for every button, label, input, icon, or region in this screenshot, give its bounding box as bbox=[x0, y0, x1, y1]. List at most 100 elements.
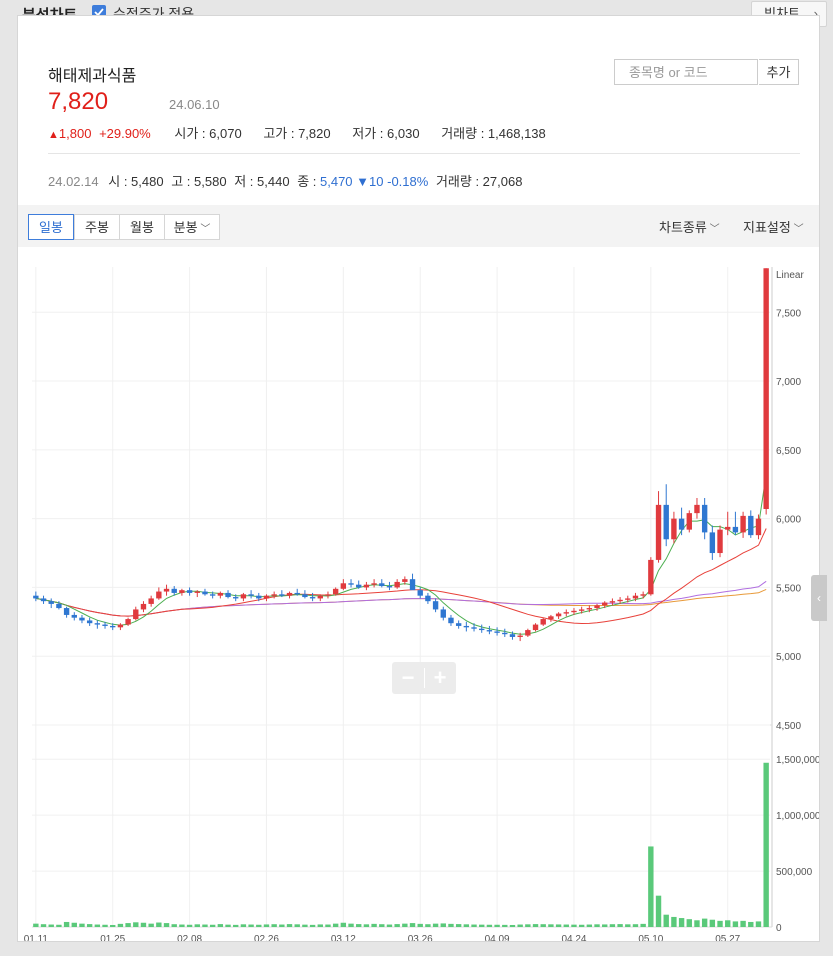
volume-bar bbox=[417, 923, 423, 927]
candle-body bbox=[156, 591, 162, 599]
candle-body bbox=[655, 504, 662, 560]
volume-bar bbox=[263, 924, 270, 927]
x-tick-label: 02.26 bbox=[254, 934, 279, 941]
volume-bar bbox=[348, 923, 354, 927]
volume-bar bbox=[448, 923, 454, 927]
up-arrow-icon: ▲ bbox=[48, 129, 59, 141]
candle-body bbox=[256, 595, 262, 599]
volume-bar bbox=[256, 924, 262, 927]
volume-bar bbox=[671, 916, 677, 927]
volume-bar bbox=[555, 924, 562, 927]
candle-body bbox=[140, 603, 147, 610]
side-panel-toggle[interactable]: ‹ bbox=[811, 575, 827, 621]
candle-body bbox=[179, 590, 185, 593]
volume-bar bbox=[340, 922, 347, 927]
volume-bar bbox=[563, 924, 569, 927]
candle-body bbox=[110, 625, 116, 628]
volume-tick-label: 1,500,000 bbox=[776, 755, 819, 766]
tab-monthly[interactable]: 월봉 bbox=[119, 214, 165, 240]
volume-bar bbox=[494, 924, 500, 927]
candle-body bbox=[440, 609, 446, 618]
volume-bar bbox=[571, 924, 577, 927]
hover-volume: 27,068 bbox=[482, 174, 523, 189]
hover-volume-label: 거래량 bbox=[435, 174, 472, 189]
chart-type-menu[interactable]: 차트종류 ﹀ bbox=[659, 217, 720, 236]
candle-body bbox=[271, 594, 277, 596]
candle-body bbox=[163, 588, 170, 592]
candle-body bbox=[194, 591, 200, 593]
candle-body bbox=[748, 515, 754, 536]
candle-body bbox=[540, 619, 546, 625]
chevron-down-icon: ﹀ bbox=[706, 224, 720, 235]
candle-body bbox=[602, 602, 608, 606]
volume-bar bbox=[186, 924, 193, 927]
candle-body bbox=[417, 590, 423, 596]
volume-bar bbox=[755, 921, 762, 927]
candle-body bbox=[763, 268, 769, 510]
candle-body bbox=[263, 595, 270, 599]
candle-body bbox=[240, 594, 247, 599]
candle-body bbox=[317, 595, 323, 599]
x-tick-label: 01.25 bbox=[100, 934, 125, 941]
candle-body bbox=[732, 526, 739, 533]
candlestick-chart[interactable]: 01.11 01.25 02.08 02.26 03.12 03.26 04.09 04.24… bbox=[18, 247, 821, 945]
volume-bar bbox=[502, 924, 508, 927]
volume-value: 1,468,138 bbox=[487, 126, 546, 141]
zoom-in-button[interactable]: + bbox=[424, 664, 456, 692]
volume-bar bbox=[294, 924, 300, 927]
candle-body bbox=[286, 592, 293, 596]
volume-bar bbox=[233, 924, 239, 927]
tab-minute-label: 분봉 bbox=[173, 220, 198, 235]
high-label: 고가 bbox=[263, 126, 288, 141]
candle-body bbox=[402, 579, 408, 582]
stock-search-input[interactable]: 종목명 or 코드 bbox=[614, 59, 758, 85]
candle-body bbox=[325, 594, 331, 596]
volume-bar bbox=[486, 924, 493, 927]
zoom-out-button[interactable]: − bbox=[392, 664, 424, 692]
x-tick-label: 03.26 bbox=[408, 934, 433, 941]
candle-body bbox=[133, 609, 139, 620]
hover-open-label: 시 bbox=[108, 174, 121, 189]
candle-body bbox=[332, 588, 339, 595]
candle-body bbox=[102, 624, 108, 626]
candle-body bbox=[486, 630, 493, 632]
candle-body bbox=[302, 594, 308, 598]
candle-body bbox=[509, 634, 516, 637]
candle-body bbox=[356, 584, 362, 588]
hover-date: 24.02.14 bbox=[48, 174, 99, 189]
volume-bar bbox=[179, 924, 185, 927]
divider bbox=[48, 153, 800, 154]
candle-body bbox=[63, 608, 70, 615]
candle-body bbox=[471, 627, 477, 629]
stock-name: 해태제과식품 bbox=[48, 68, 137, 85]
volume-bar bbox=[71, 922, 77, 927]
volume-bar bbox=[86, 924, 93, 927]
volume-bar bbox=[48, 924, 54, 927]
volume-bar bbox=[455, 924, 462, 927]
tab-daily[interactable]: 일봉 bbox=[28, 214, 74, 240]
tab-minute[interactable]: 분봉 ﹀ bbox=[164, 214, 220, 240]
tab-weekly[interactable]: 주봉 bbox=[74, 214, 120, 240]
volume-bar bbox=[709, 919, 716, 927]
volume-bar bbox=[40, 924, 47, 927]
candle-body bbox=[432, 601, 439, 610]
volume-bar bbox=[648, 846, 654, 927]
volume-bar bbox=[602, 924, 608, 927]
candle-body bbox=[578, 609, 585, 611]
volume-bar bbox=[248, 924, 254, 927]
add-stock-button[interactable]: 추가 bbox=[759, 59, 799, 85]
volume-bar bbox=[432, 923, 439, 927]
volume-bar bbox=[640, 923, 646, 927]
chart-area[interactable]: 01.11 01.25 02.08 02.26 03.12 03.26 04.09 04.24… bbox=[18, 247, 821, 945]
volume-bar bbox=[532, 924, 539, 927]
volume-bar bbox=[678, 918, 685, 927]
volume-bar bbox=[701, 918, 708, 927]
candle-body bbox=[648, 559, 654, 595]
chart-type-label: 차트종류 bbox=[659, 220, 707, 235]
hover-ohlc-line: 24.02.14 시 : 5,480 고 : 5,580 저 : 5,440 종… bbox=[48, 174, 523, 189]
candle-body bbox=[94, 623, 101, 625]
volume-bar bbox=[479, 924, 485, 927]
volume-bar bbox=[33, 923, 39, 927]
chart-toolbar: 일봉 주봉 월봉 분봉 ﹀ 차트종류 ﹀ 지표설정 ﹀ bbox=[18, 205, 819, 247]
indicator-settings-menu[interactable]: 지표설정 ﹀ bbox=[743, 217, 804, 236]
